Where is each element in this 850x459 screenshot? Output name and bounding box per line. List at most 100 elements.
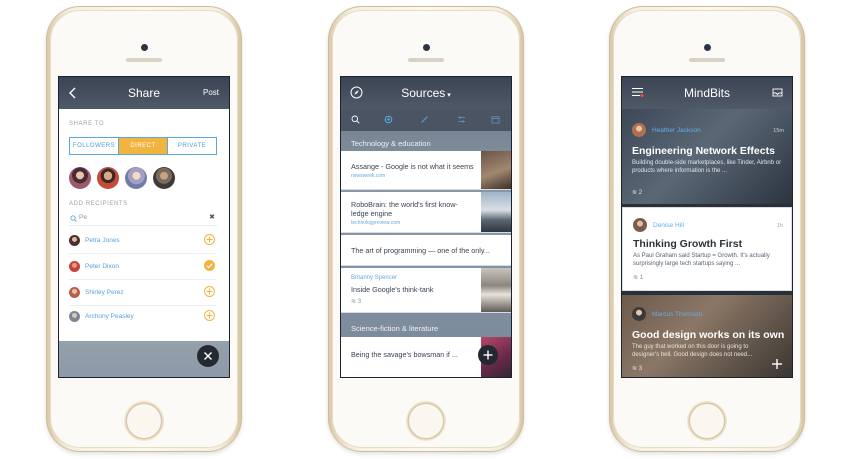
layers-icon: ≋ — [351, 299, 357, 305]
sources-header: Sources ▾ — [341, 77, 511, 109]
source-title: Assange - Google is not what it seems — [351, 162, 474, 171]
source-author[interactable]: Britanny Spencer — [351, 275, 397, 281]
segment-private[interactable]: PRIVATE — [168, 138, 216, 154]
source-thumbnail — [481, 151, 511, 189]
source-item[interactable]: Britanny Spencer Inside Google's think-t… — [341, 268, 511, 313]
phone-sources: Sources ▾ Technology & education Assange… — [328, 6, 524, 452]
excerpt: The guy that worked on this door is goin… — [632, 344, 753, 358]
recipient-row[interactable]: Peter Dixon — [69, 255, 217, 280]
recipient-name: Shirley Perez — [85, 289, 124, 296]
front-camera — [422, 44, 430, 51]
timestamp: 1h — [776, 223, 783, 229]
mindbits-header: MindBits — [622, 77, 792, 109]
recipient-row[interactable]: Petra Jones — [69, 229, 217, 254]
filter-sliders-icon[interactable] — [457, 115, 466, 124]
avatar — [69, 287, 80, 298]
segment-direct[interactable]: DIRECT — [118, 138, 168, 154]
selected-avatar[interactable] — [153, 167, 175, 189]
source-thumbnail — [481, 192, 511, 232]
home-button[interactable] — [690, 404, 724, 438]
mindbit-card[interactable]: Heather Jackson 15m Engineering Network … — [622, 109, 792, 204]
mindbit-card[interactable]: Marcus Thomson Good design works on its … — [622, 295, 792, 377]
recipient-row[interactable]: Archony Peasley — [69, 305, 217, 329]
excerpt: As Paul Graham said Startup = Growth. It… — [633, 253, 770, 267]
page-title: MindBits — [683, 86, 730, 100]
plus-icon — [483, 350, 493, 360]
sources-toolbar — [341, 109, 511, 131]
search-input[interactable]: Pe — [79, 214, 87, 221]
earpiece-speaker — [408, 58, 444, 62]
home-button[interactable] — [127, 404, 161, 438]
segment-followers[interactable]: FOLLOWERS — [70, 138, 118, 154]
source-item[interactable]: The art of programming — one of the only… — [341, 235, 511, 266]
headline: Good design works on its own — [632, 329, 785, 341]
share-header: Share Post — [59, 77, 229, 109]
headline: Engineering Network Effects — [632, 145, 775, 157]
home-button[interactable] — [409, 404, 443, 438]
recipient-selected-check[interactable] — [204, 260, 215, 271]
source-item[interactable]: RoboBrain: the world's first know-ledge … — [341, 192, 511, 233]
avatar — [69, 235, 80, 246]
close-icon — [204, 352, 212, 360]
dropdown-caret-icon[interactable]: ▾ — [445, 92, 451, 99]
selected-avatar[interactable] — [97, 167, 119, 189]
selected-avatar[interactable] — [125, 167, 147, 189]
add-recipient-button[interactable] — [204, 234, 215, 245]
recipient-name: Peter Dixon — [85, 263, 119, 270]
source-item[interactable]: Assange - Google is not what it seems ne… — [341, 151, 511, 190]
sources-tab-icon[interactable] — [384, 115, 393, 124]
headline: Thinking Growth First — [633, 238, 743, 250]
category-header: Science-fiction & literature — [351, 324, 439, 333]
avatar — [632, 123, 646, 137]
category-header: Technology & education — [351, 139, 431, 148]
source-url[interactable]: newsweek.com — [351, 173, 385, 179]
recipient-search[interactable]: Pe ✖ — [69, 213, 217, 226]
add-bit-plus-icon[interactable] — [770, 357, 784, 371]
bit-count: 1 — [639, 275, 644, 281]
selected-avatar[interactable] — [69, 167, 91, 189]
plus-icon — [206, 312, 213, 319]
source-url[interactable]: technologyreview.com — [351, 220, 400, 226]
add-recipients-label: ADD RECIPIENTS — [69, 201, 128, 207]
share-screen: Share Post SHARE TO FOLLOWERS DIRECT PRI… — [58, 76, 230, 378]
recipient-name: Petra Jones — [85, 237, 120, 244]
author-name[interactable]: Marcus Thomson — [652, 311, 702, 318]
recipient-name: Archony Peasley — [85, 313, 134, 320]
search-icon[interactable] — [351, 115, 360, 124]
source-title: Inside Google's think-tank — [351, 285, 434, 294]
front-camera — [140, 44, 148, 51]
bit-count: 2 — [638, 190, 643, 196]
timestamp: 15m — [773, 128, 784, 134]
source-title: Being the savage's bowsman if ... — [351, 350, 458, 359]
author-name[interactable]: Denise Hill — [653, 222, 684, 229]
add-source-button[interactable] — [478, 345, 498, 365]
bit-count: 3 — [638, 366, 643, 372]
layers-icon: ≋ — [633, 275, 639, 281]
source-title: The art of programming — one of the only… — [351, 246, 490, 255]
clear-search-icon[interactable]: ✖ — [209, 213, 215, 221]
search-icon — [70, 215, 77, 222]
page-title: Sources — [401, 86, 446, 100]
pencil-icon[interactable] — [420, 115, 429, 124]
add-recipient-button[interactable] — [204, 286, 215, 297]
close-button[interactable] — [197, 345, 219, 367]
post-button[interactable]: Post — [203, 88, 219, 97]
bit-count: 3 — [357, 299, 362, 305]
avatar — [633, 218, 647, 232]
inbox-icon[interactable] — [772, 87, 783, 98]
calendar-icon[interactable] — [491, 115, 500, 124]
excerpt: Building double-side marketplaces, like … — [632, 160, 782, 174]
plus-icon — [206, 288, 213, 295]
layers-icon: ≋ — [632, 366, 638, 372]
add-recipient-button[interactable] — [204, 310, 215, 321]
source-title: RoboBrain: the world's first know-ledge … — [351, 200, 458, 218]
author-name[interactable]: Heather Jackson — [652, 127, 701, 134]
earpiece-speaker — [126, 58, 162, 62]
earpiece-speaker — [689, 58, 725, 62]
recipient-row[interactable]: Shirley Perez — [69, 281, 217, 306]
avatar — [69, 311, 80, 322]
mindbits-screen: MindBits Heather Jackson 15m Engineering… — [621, 76, 793, 378]
mindbit-card[interactable]: Denise Hill 1h Thinking Growth First As … — [622, 207, 792, 291]
phone-share: Share Post SHARE TO FOLLOWERS DIRECT PRI… — [46, 6, 242, 452]
audience-segmented-control: FOLLOWERS DIRECT PRIVATE — [69, 137, 217, 155]
